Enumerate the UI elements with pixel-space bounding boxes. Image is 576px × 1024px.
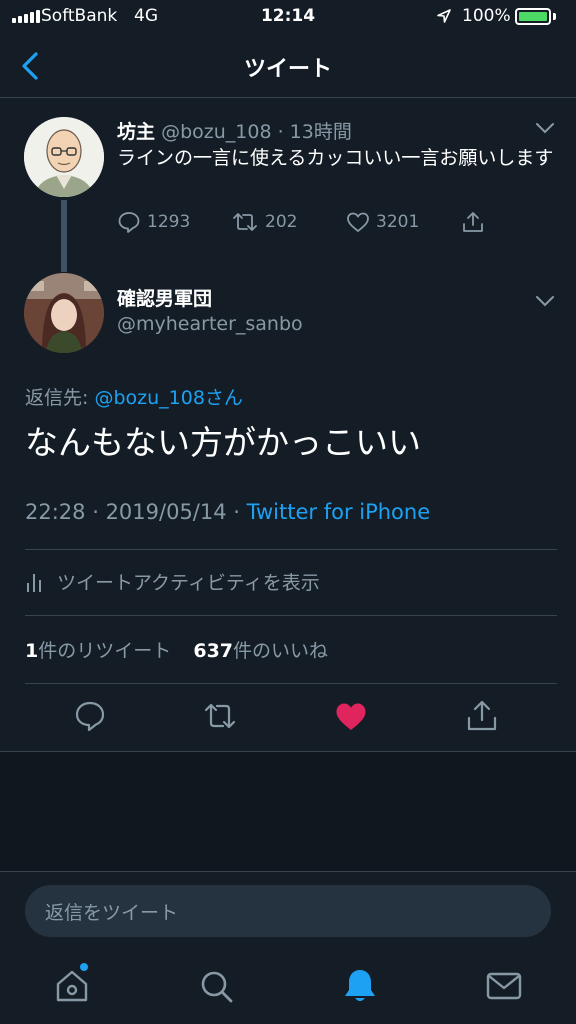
meta-separator: ·: [277, 121, 284, 143]
monk-avatar-icon: [24, 117, 104, 197]
divider: [25, 549, 557, 550]
reply-input[interactable]: 返信をツイート: [25, 885, 551, 937]
page-title: ツイート: [243, 57, 332, 82]
main-author-handle[interactable]: @myhearter_sanbo: [117, 313, 303, 335]
retweet-total: 1: [25, 640, 39, 662]
thread-connector: [61, 200, 67, 272]
bell-icon[interactable]: [340, 966, 380, 1006]
activity-label: ツイートアクティビティを表示: [57, 572, 320, 594]
heart-icon: [347, 212, 369, 232]
reply-button[interactable]: [73, 698, 107, 734]
profile-photo-icon: [24, 273, 104, 353]
main-actions: [0, 698, 576, 738]
like-stat[interactable]: 637件のいいね: [193, 640, 328, 662]
battery-tip: [553, 13, 556, 20]
main-author-name[interactable]: 確認男軍団: [117, 284, 212, 311]
reply-count: 1293: [147, 212, 191, 232]
battery-fill: [519, 12, 547, 21]
tweet-date: 2019/05/14: [105, 500, 227, 524]
chevron-down-icon[interactable]: [534, 121, 556, 135]
liked-heart-button[interactable]: [334, 698, 368, 734]
parent-avatar[interactable]: [24, 117, 104, 197]
reply-to-line: 返信先: @bozu_108さん: [25, 383, 243, 410]
parent-meta: 坊主 @bozu_108 · 13時間: [117, 117, 352, 144]
retweet-button[interactable]: [203, 698, 237, 734]
reply-to-label: 返信先:: [25, 387, 95, 409]
nav-header: ツイート: [0, 34, 576, 98]
parent-author-handle[interactable]: @bozu_108: [161, 121, 271, 143]
mail-icon[interactable]: [484, 966, 524, 1006]
speech-bubble-icon: [118, 212, 140, 233]
engagement-stats: 1件のリツイート 637件のいいね: [25, 636, 328, 663]
share-button[interactable]: [461, 210, 485, 234]
share-button[interactable]: [465, 698, 499, 734]
like-stat-label: 件のいいね: [233, 640, 329, 662]
tweet-activity-link[interactable]: ツイートアクティビティを表示: [25, 568, 320, 595]
like-total: 637: [193, 640, 234, 662]
share-upload-icon: [463, 212, 483, 232]
battery-percent: 100%: [462, 6, 511, 26]
retweet-count: 202: [265, 212, 298, 232]
home-unread-dot: [80, 963, 88, 971]
status-bar: SoftBank 4G 12:14 100%: [0, 0, 576, 34]
search-icon[interactable]: [196, 966, 236, 1006]
home-icon[interactable]: [52, 966, 92, 1006]
retweet-arrows-icon: [233, 213, 257, 231]
retweet-stat[interactable]: 1件のリツイート: [25, 640, 171, 662]
bar-chart-icon: [27, 573, 41, 592]
tweet-time: 22:28: [25, 500, 86, 524]
divider: [25, 683, 557, 684]
parent-tweet-text: ラインの一言に使えるカッコいい一言お願いします: [117, 147, 554, 169]
reply-button[interactable]: 1293: [117, 210, 190, 234]
parent-tweet-age: 13時間: [289, 121, 352, 143]
battery-icon: [515, 8, 551, 25]
tweet-source-link[interactable]: Twitter for iPhone: [247, 500, 431, 524]
retweet-stat-label: 件のリツイート: [38, 640, 172, 662]
main-avatar[interactable]: [24, 273, 104, 353]
location-arrow-icon: [437, 9, 451, 23]
reply-to-handle-link[interactable]: @bozu_108さん: [94, 387, 242, 409]
main-tweet-text: なんもない方がかっこいい: [25, 423, 421, 462]
divider: [25, 615, 557, 616]
like-count: 3201: [376, 212, 420, 232]
retweet-button[interactable]: 202: [231, 210, 297, 234]
chevron-down-icon[interactable]: [534, 294, 556, 308]
like-button[interactable]: 3201: [346, 210, 419, 234]
empty-replies-area: [0, 751, 576, 871]
parent-actions: 1293 202 3201: [117, 210, 517, 244]
reply-placeholder: 返信をツイート: [45, 901, 179, 924]
main-author-name-text: 確認男軍団: [117, 288, 213, 310]
tweet-timestamp: 22:28 · 2019/05/14 · Twitter for iPhone: [25, 500, 430, 524]
timestamp-separator: ·: [85, 500, 106, 524]
timestamp-separator: ·: [226, 500, 247, 524]
parent-author-name[interactable]: 坊主: [117, 121, 155, 143]
